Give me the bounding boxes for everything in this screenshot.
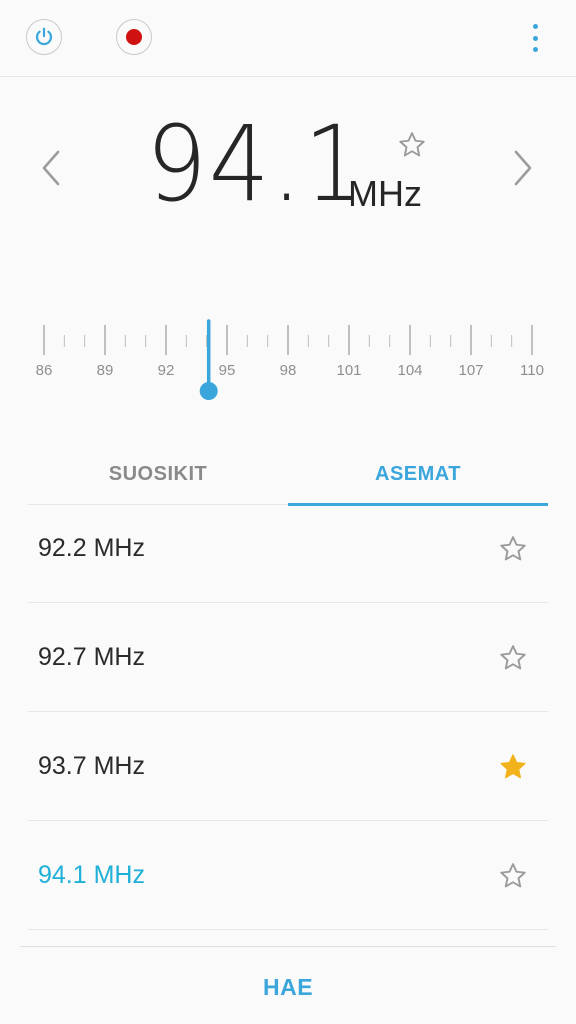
frequency-display: 94.1 MHz — [0, 100, 576, 240]
dial-tick-label: 98 — [280, 362, 297, 379]
scan-button[interactable]: HAE — [20, 947, 556, 1024]
record-button[interactable] — [116, 19, 152, 55]
current-frequency: 94.1 — [146, 103, 367, 225]
favorite-star-icon[interactable] — [397, 130, 427, 160]
fm-radio-app: 94.1 MHz 86 89 92 95 98 101 104 107 110 SUOSIKIT… — [0, 0, 576, 1024]
dial-tick-label: 92 — [158, 362, 175, 379]
power-icon — [35, 27, 53, 46]
record-icon — [126, 29, 142, 45]
station-frequency-label: 94.1 MHz — [38, 861, 145, 889]
star-outline-icon[interactable] — [498, 861, 528, 891]
station-row[interactable]: 93.7 MHz — [28, 712, 548, 821]
dial-tick-label: 101 — [336, 362, 361, 379]
tuning-dial[interactable]: 86 89 92 95 98 101 104 107 110 — [0, 315, 576, 415]
frequency-unit: MHz — [348, 173, 422, 214]
star-outline-icon[interactable] — [498, 534, 528, 564]
dial-tick-label: 86 — [36, 362, 53, 379]
star-outline-icon[interactable] — [498, 643, 528, 673]
more-options-button[interactable] — [530, 24, 540, 52]
bottom-bar: HAE — [20, 946, 556, 1024]
station-frequency-label: 92.7 MHz — [38, 643, 145, 671]
dial-tick-label: 104 — [397, 362, 422, 379]
star-filled-icon[interactable] — [498, 752, 528, 782]
station-frequency-label: 92.2 MHz — [38, 534, 145, 562]
next-station-arrow-icon[interactable] — [508, 148, 538, 188]
dial-tick-label: 110 — [520, 362, 544, 379]
station-row[interactable]: 92.2 MHz — [28, 494, 548, 603]
dial-tick-label: 89 — [97, 362, 114, 379]
station-row-active[interactable]: 94.1 MHz — [28, 821, 548, 930]
more-vertical-icon — [532, 24, 538, 29]
dial-needle-handle[interactable] — [199, 382, 218, 400]
previous-station-arrow-icon[interactable] — [36, 148, 66, 188]
dial-tick-label: 95 — [219, 362, 236, 379]
station-list: 92.2 MHz 92.7 MHz 93.7 MHz 94.1 MHz — [28, 494, 548, 930]
top-bar — [0, 0, 576, 77]
power-button[interactable] — [26, 19, 62, 55]
station-row[interactable]: 92.7 MHz — [28, 603, 548, 712]
station-frequency-label: 93.7 MHz — [38, 752, 145, 780]
dial-tick-label: 107 — [458, 362, 483, 379]
